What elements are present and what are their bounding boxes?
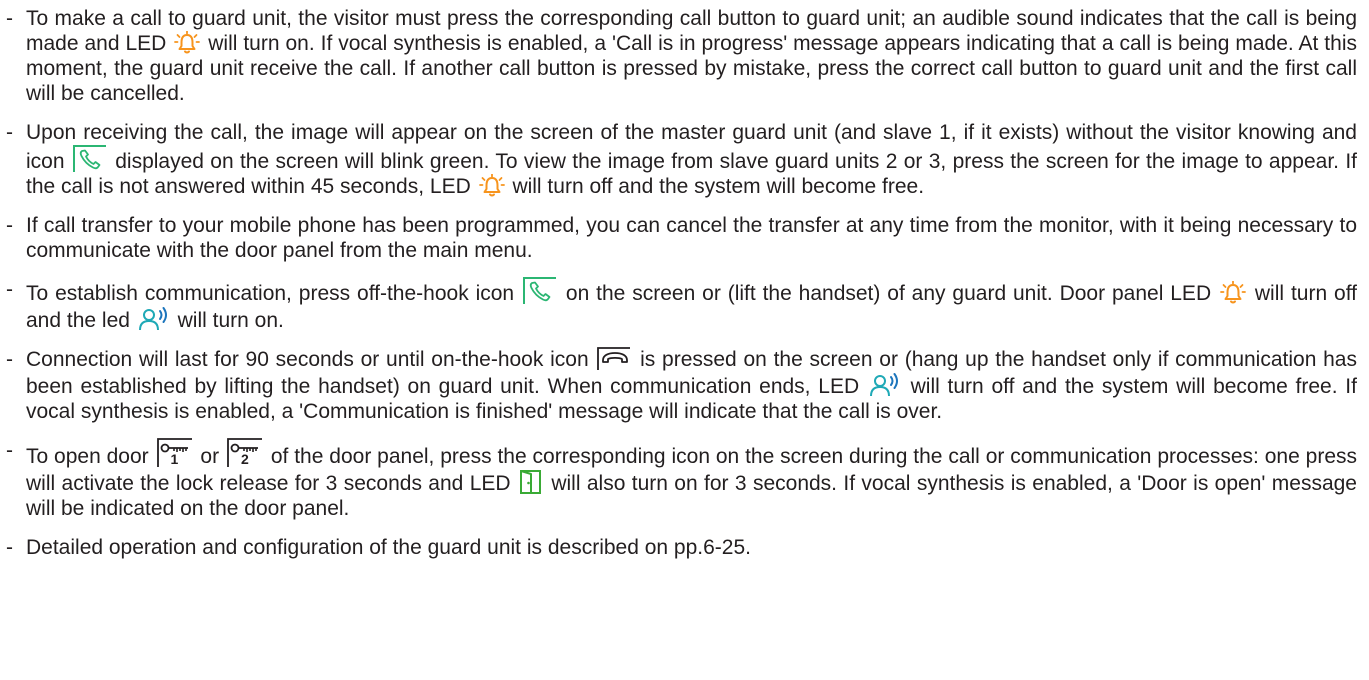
bullet-dash: - — [6, 7, 13, 30]
bullet-dash: - — [6, 439, 13, 462]
text-segment: Connection will last for 90 seconds or u… — [26, 348, 589, 371]
text-segment: will turn on. If vocal synthesis is enab… — [26, 32, 1357, 105]
text-segment: To open door — [26, 445, 149, 468]
off-the-hook-icon — [523, 277, 557, 305]
on-the-hook-icon — [597, 347, 631, 371]
bullet-dash: - — [6, 536, 13, 559]
text-segment: on the screen or (lift the handset) of a… — [565, 282, 1212, 305]
paragraph-make-call: - To make a call to guard unit, the visi… — [6, 6, 1357, 106]
bell-led-icon — [478, 174, 505, 198]
paragraph-establish-communication: - To establish communication, press off-… — [6, 277, 1357, 333]
bell-led-icon — [174, 31, 201, 55]
bullet-dash: - — [6, 348, 13, 371]
paragraph-detailed-operation: - Detailed operation and configuration o… — [6, 535, 1357, 560]
text-segment: If call transfer to your mobile phone ha… — [26, 214, 1357, 262]
text-segment: will turn off and the system will become… — [512, 175, 925, 198]
communication-led-icon — [869, 372, 901, 398]
paragraph-open-door: - To open door 1 or 2 of the door panel,… — [6, 438, 1357, 521]
door-key-icon: 2 — [227, 438, 263, 468]
text-segment: To establish communication, press off-th… — [26, 282, 515, 305]
text-segment: or — [200, 445, 220, 468]
paragraph-connection-duration: - Connection will last for 90 seconds or… — [6, 347, 1357, 424]
paragraph-receive-call: - Upon receiving the call, the image wil… — [6, 120, 1357, 199]
document-page: - To make a call to guard unit, the visi… — [0, 0, 1369, 680]
text-segment: will turn on. — [177, 309, 284, 332]
bullet-dash: - — [6, 121, 13, 144]
off-the-hook-icon — [72, 145, 107, 173]
bullet-dash: - — [6, 278, 13, 301]
door-key-icon: 1 — [156, 438, 193, 468]
bullet-dash: - — [6, 214, 13, 237]
paragraph-call-transfer: - If call transfer to your mobile phone … — [6, 213, 1357, 263]
communication-led-icon — [138, 306, 170, 332]
door-open-led-icon — [519, 469, 543, 495]
bell-led-icon — [1220, 281, 1246, 305]
text-segment: Detailed operation and configuration of … — [26, 536, 751, 559]
door-key-number: 1 — [170, 451, 179, 467]
door-key-number: 2 — [240, 451, 249, 467]
